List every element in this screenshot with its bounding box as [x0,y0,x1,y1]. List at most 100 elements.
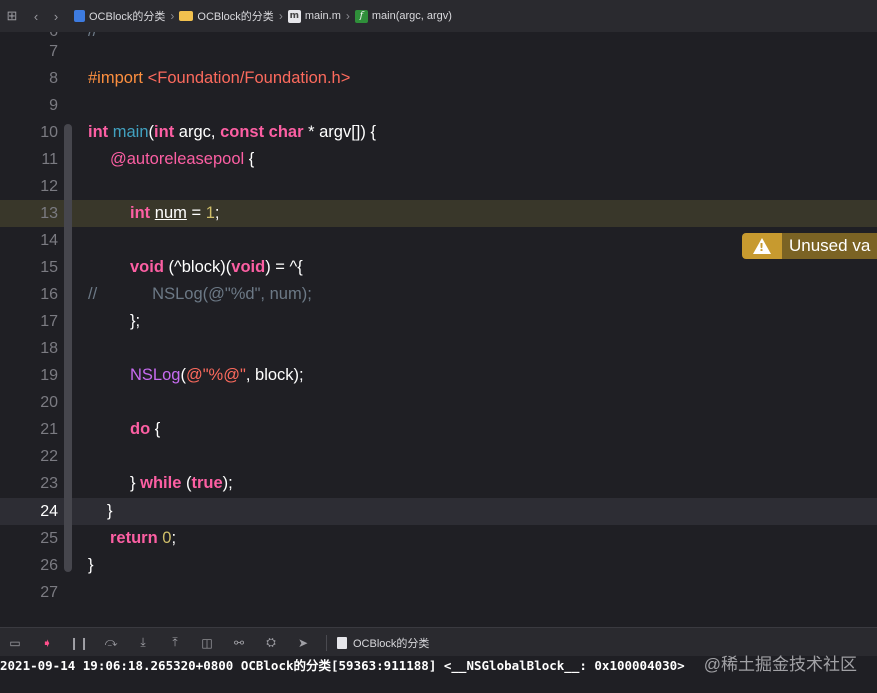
hide-console-icon[interactable]: ▭ [4,636,26,650]
folder-icon [179,11,194,21]
code-editor[interactable]: 6 7 8 9 10 11 12 13 14 15 16 17 18 19 20… [0,32,877,627]
keyword: int [154,123,175,141]
debug-target[interactable]: OCBlock的分类 [337,635,429,651]
code-text: ); [222,474,233,492]
line-number: 8 [49,70,58,87]
keyword: return [110,529,158,547]
breadcrumb-symbol-label: main(argc, argv) [371,10,452,22]
objc-file-icon: m [287,9,301,23]
step-out-icon[interactable]: ⤒ [164,635,186,650]
preprocessor-keyword: #import [88,69,144,87]
code-text: }; [130,312,141,330]
pause-icon[interactable]: ❙❙ [68,636,90,650]
line-number-current: 24 [40,503,58,520]
code-text: ( [181,474,192,492]
keyword: char [268,123,304,141]
code-text: ; [171,529,177,547]
step-into-icon[interactable]: ⤓ [132,635,154,650]
fold-ribbon[interactable] [64,124,72,572]
code-line-19: NSLog(@"%@", block); [130,362,304,389]
code-line-24: } [107,498,113,525]
debug-target-label: OCBlock的分类 [353,637,430,650]
line-number: 11 [41,151,58,168]
code-text: { [244,150,255,168]
step-over-icon[interactable]: ⤼ [100,635,122,650]
function-icon: f [354,9,368,23]
jump-bar: ⊞ ‹ › OCBlock的分类 › OCBlock的分类 › m main.m… [0,0,877,33]
breadcrumb-separator-icon: › [170,9,175,23]
keyword: const [220,123,265,141]
line-number: 9 [49,97,58,114]
memory-graph-icon[interactable]: ⚯ [228,636,250,650]
variable-num: num [154,204,187,222]
line-number: 13 [40,205,58,222]
code-text: , block); [245,366,304,384]
comment: // [88,32,97,40]
breakpoints-icon[interactable]: ➧ [36,636,58,650]
keyword: int [88,123,109,141]
function-call: NSLog [130,366,181,384]
code-line-11: @autoreleasepool { [110,146,254,173]
line-number: 15 [40,259,58,276]
line-number: 16 [40,286,58,303]
line-number: 14 [40,232,58,249]
code-text: * argv[]) { [303,123,376,141]
keyword: while [140,474,182,492]
import-path: <Foundation/Foundation.h> [147,69,351,87]
breadcrumb-separator-icon: › [345,9,350,23]
keyword: int [130,204,151,222]
unused-variable-warning[interactable]: ! Unused va [742,233,877,259]
line-number: 18 [40,340,58,357]
back-arrow-icon[interactable]: ‹ [28,9,44,24]
number-literal: 1 [205,204,215,222]
code-text: (^block)( [163,258,232,276]
breadcrumb-folder-label: OCBlock的分类 [197,11,274,23]
function-name: main [112,123,149,141]
line-number: 20 [40,394,58,411]
code-line-13: int num = 1; [130,200,219,227]
line-number: 21 [40,421,58,438]
line-number: 22 [40,448,58,465]
grid-icon[interactable]: ⊞ [4,8,20,24]
breadcrumb-project[interactable]: OCBlock的分类 [74,8,165,24]
line-number: 19 [40,367,58,384]
line-number: 27 [40,584,58,601]
breadcrumb-project-label: OCBlock的分类 [89,11,166,23]
code-text: argc, [174,123,221,141]
divider [326,634,327,651]
line-number: 23 [40,475,58,492]
code-line-21: do { [130,416,160,443]
code-text: } [130,474,141,492]
code-text: { [150,420,161,438]
breadcrumb-separator-icon: › [278,9,283,23]
location-icon[interactable]: ➤ [292,636,314,650]
warning-triangle-icon: ! [742,233,782,259]
code-text: = [186,204,206,222]
code-line-25: return 0; [110,525,176,552]
code-line-10: int main(int argc, const char * argv[]) … [88,119,376,146]
document-icon [337,636,347,649]
keyword: void [130,258,164,276]
code-line-26: } [88,552,94,579]
line-number: 25 [40,530,58,547]
warning-message: Unused va [782,233,877,259]
console-output-area[interactable]: 2021-09-14 19:06:18.265320+0800 OCBlock的… [0,655,877,693]
breadcrumb-file[interactable]: m main.m [287,9,341,23]
code-text: } [88,556,94,574]
view-hierarchy-icon[interactable]: ◫ [196,636,218,650]
line-number: 17 [40,313,58,330]
code-line-6: // [88,32,97,45]
code-line-23: } while (true); [130,470,233,497]
environment-icon[interactable]: ⛭ [260,635,282,650]
code-line-8: #import <Foundation/Foundation.h> [88,65,350,92]
keyword: void [231,258,266,276]
keyword: true [191,474,223,492]
forward-arrow-icon[interactable]: › [48,9,64,24]
breadcrumb-symbol[interactable]: f main(argc, argv) [354,9,452,23]
code-text: ) = ^{ [265,258,303,276]
line-number: 26 [40,557,58,574]
console-log-line: 2021-09-14 19:06:18.265320+0800 OCBlock的… [0,658,685,673]
watermark: @稀土掘金技术社区 [703,655,857,674]
breadcrumb-folder[interactable]: OCBlock的分类 [179,8,274,24]
objc-directive: @autoreleasepool [110,150,245,168]
